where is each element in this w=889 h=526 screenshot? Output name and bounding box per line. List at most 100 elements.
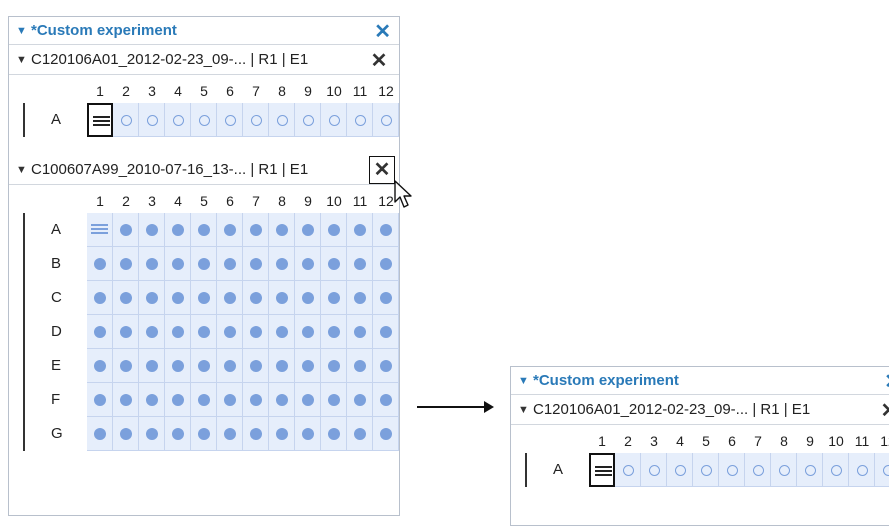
close-icon[interactable]: ✕ <box>877 398 889 424</box>
plate-well[interactable] <box>139 417 165 451</box>
plate-well[interactable] <box>139 247 165 281</box>
plate-well[interactable] <box>243 315 269 349</box>
plate-well[interactable] <box>165 383 191 417</box>
row-label[interactable]: G <box>23 417 81 451</box>
plate-well[interactable] <box>139 349 165 383</box>
plate-well[interactable] <box>269 315 295 349</box>
plate-well[interactable] <box>191 315 217 349</box>
plate-well[interactable] <box>295 281 321 315</box>
row-label[interactable]: D <box>23 315 81 349</box>
plate-well[interactable] <box>295 349 321 383</box>
plate-well[interactable] <box>347 417 373 451</box>
plate-well[interactable] <box>243 383 269 417</box>
plate-well[interactable] <box>295 315 321 349</box>
plate-well[interactable] <box>615 453 641 487</box>
plate-well[interactable] <box>113 383 139 417</box>
plate-well[interactable] <box>243 281 269 315</box>
plate-well[interactable] <box>87 247 113 281</box>
plate-well[interactable] <box>243 103 269 137</box>
plate-well[interactable] <box>87 417 113 451</box>
plate-well[interactable] <box>347 281 373 315</box>
plate-well[interactable] <box>269 247 295 281</box>
plate-well[interactable] <box>191 281 217 315</box>
panel-header[interactable]: ▼ *Custom experiment ✕ <box>9 17 399 45</box>
plate-well[interactable] <box>347 213 373 247</box>
plate-well[interactable] <box>191 103 217 137</box>
plate-well[interactable] <box>217 213 243 247</box>
plate-well[interactable] <box>269 383 295 417</box>
plate-well[interactable] <box>321 349 347 383</box>
plate-well[interactable] <box>641 453 667 487</box>
plate-well[interactable] <box>217 103 243 137</box>
plate-well[interactable] <box>373 349 399 383</box>
plate-well[interactable] <box>139 383 165 417</box>
plate-well[interactable] <box>217 315 243 349</box>
plate-well[interactable] <box>373 247 399 281</box>
plate-header-1[interactable]: ▼ C120106A01_2012-02-23_09-... | R1 | E1… <box>9 45 399 75</box>
plate-header-2[interactable]: ▼ C100607A99_2010-07-16_13-... | R1 | E1… <box>9 155 399 185</box>
triangle-down-icon[interactable]: ▼ <box>518 375 529 387</box>
plate-well[interactable] <box>719 453 745 487</box>
plate-well[interactable] <box>373 417 399 451</box>
triangle-down-icon[interactable]: ▼ <box>518 404 529 416</box>
plate-well[interactable] <box>217 383 243 417</box>
plate-well[interactable] <box>347 383 373 417</box>
plate-well[interactable] <box>321 417 347 451</box>
plate-well[interactable] <box>217 349 243 383</box>
plate-well[interactable] <box>165 315 191 349</box>
plate-well[interactable] <box>139 315 165 349</box>
plate-well[interactable] <box>823 453 849 487</box>
triangle-down-icon[interactable]: ▼ <box>16 25 27 37</box>
plate-well[interactable] <box>217 247 243 281</box>
plate-well[interactable] <box>113 281 139 315</box>
plate-well[interactable] <box>693 453 719 487</box>
plate-well[interactable] <box>373 103 399 137</box>
close-icon[interactable]: ✕ <box>374 19 391 44</box>
plate-well[interactable] <box>217 417 243 451</box>
row-label[interactable]: F <box>23 383 81 417</box>
row-label[interactable]: C <box>23 281 81 315</box>
plate-well[interactable] <box>243 349 269 383</box>
plate-well[interactable] <box>191 383 217 417</box>
close-icon[interactable]: ✕ <box>884 369 889 394</box>
plate-well[interactable] <box>113 213 139 247</box>
plate-well[interactable] <box>165 349 191 383</box>
triangle-down-icon[interactable]: ▼ <box>16 164 27 176</box>
triangle-down-icon[interactable]: ▼ <box>16 54 27 66</box>
plate-well[interactable] <box>321 383 347 417</box>
plate-well[interactable] <box>191 247 217 281</box>
plate-well[interactable] <box>373 213 399 247</box>
plate-well[interactable] <box>243 247 269 281</box>
plate-well[interactable] <box>87 315 113 349</box>
plate-well[interactable] <box>113 103 139 137</box>
plate-well[interactable] <box>139 213 165 247</box>
plate-well[interactable] <box>139 103 165 137</box>
plate-well[interactable] <box>347 103 373 137</box>
plate-well[interactable] <box>139 281 165 315</box>
plate-well[interactable] <box>165 213 191 247</box>
plate-well[interactable] <box>667 453 693 487</box>
plate-well[interactable] <box>373 383 399 417</box>
plate-well[interactable] <box>87 349 113 383</box>
plate-well[interactable] <box>373 315 399 349</box>
plate-well[interactable] <box>165 247 191 281</box>
row-label[interactable]: B <box>23 247 81 281</box>
plate-well[interactable] <box>347 349 373 383</box>
plate-well[interactable] <box>191 213 217 247</box>
plate-well[interactable] <box>797 453 823 487</box>
plate-well[interactable] <box>217 281 243 315</box>
plate-well[interactable] <box>87 213 113 247</box>
row-label[interactable]: A <box>23 213 81 247</box>
plate-well[interactable] <box>191 417 217 451</box>
plate-well[interactable] <box>771 453 797 487</box>
plate-well[interactable] <box>589 453 615 487</box>
plate-well[interactable] <box>113 417 139 451</box>
plate-well[interactable] <box>113 315 139 349</box>
row-label[interactable]: A <box>23 103 81 137</box>
plate-well[interactable] <box>373 281 399 315</box>
plate-well[interactable] <box>321 213 347 247</box>
close-icon[interactable]: ✕ <box>369 156 395 184</box>
plate-well[interactable] <box>295 103 321 137</box>
plate-well[interactable] <box>113 349 139 383</box>
plate-well[interactable] <box>113 247 139 281</box>
